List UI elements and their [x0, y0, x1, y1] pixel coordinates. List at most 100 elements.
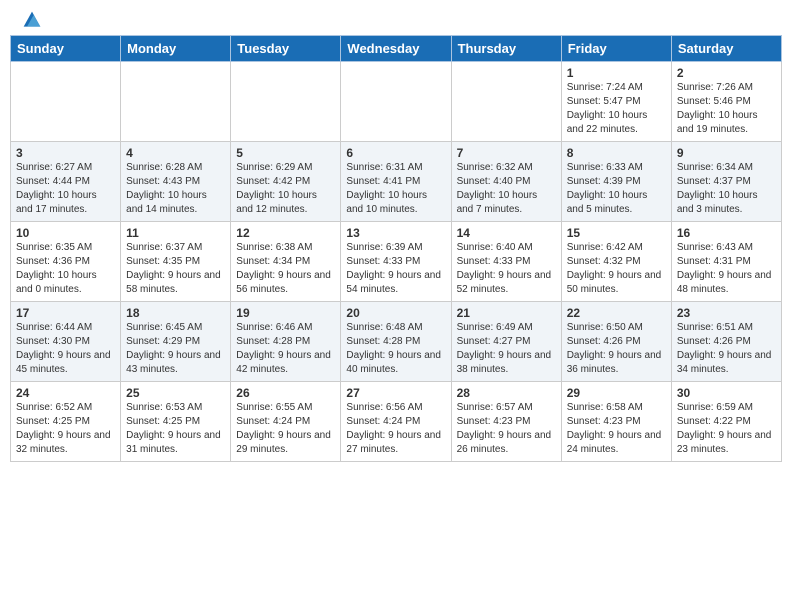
calendar-cell: 9Sunrise: 6:34 AMSunset: 4:37 PMDaylight…	[671, 142, 781, 222]
day-info: Sunrise: 6:32 AMSunset: 4:40 PMDaylight:…	[457, 161, 556, 217]
day-info: Sunrise: 6:55 AMSunset: 4:24 PMDaylight:…	[236, 401, 335, 457]
weekday-header: Saturday	[671, 36, 781, 62]
day-info: Sunrise: 6:59 AMSunset: 4:22 PMDaylight:…	[677, 401, 776, 457]
calendar-cell: 17Sunrise: 6:44 AMSunset: 4:30 PMDayligh…	[11, 302, 121, 382]
day-info: Sunrise: 6:38 AMSunset: 4:34 PMDaylight:…	[236, 241, 335, 297]
day-number: 29	[567, 386, 666, 400]
calendar-cell: 13Sunrise: 6:39 AMSunset: 4:33 PMDayligh…	[341, 222, 451, 302]
logo-icon	[22, 10, 42, 30]
day-number: 17	[16, 306, 115, 320]
day-number: 16	[677, 226, 776, 240]
day-number: 14	[457, 226, 556, 240]
weekday-header: Sunday	[11, 36, 121, 62]
calendar-cell: 21Sunrise: 6:49 AMSunset: 4:27 PMDayligh…	[451, 302, 561, 382]
day-info: Sunrise: 6:42 AMSunset: 4:32 PMDaylight:…	[567, 241, 666, 297]
logo	[20, 10, 42, 30]
day-info: Sunrise: 6:40 AMSunset: 4:33 PMDaylight:…	[457, 241, 556, 297]
calendar-cell: 8Sunrise: 6:33 AMSunset: 4:39 PMDaylight…	[561, 142, 671, 222]
day-number: 11	[126, 226, 225, 240]
calendar-cell: 12Sunrise: 6:38 AMSunset: 4:34 PMDayligh…	[231, 222, 341, 302]
calendar-table: SundayMondayTuesdayWednesdayThursdayFrid…	[10, 35, 782, 462]
calendar-cell: 11Sunrise: 6:37 AMSunset: 4:35 PMDayligh…	[121, 222, 231, 302]
day-number: 24	[16, 386, 115, 400]
calendar-cell: 28Sunrise: 6:57 AMSunset: 4:23 PMDayligh…	[451, 382, 561, 462]
day-number: 25	[126, 386, 225, 400]
day-info: Sunrise: 6:31 AMSunset: 4:41 PMDaylight:…	[346, 161, 445, 217]
day-number: 27	[346, 386, 445, 400]
day-info: Sunrise: 6:28 AMSunset: 4:43 PMDaylight:…	[126, 161, 225, 217]
weekday-header: Friday	[561, 36, 671, 62]
calendar-cell	[121, 62, 231, 142]
calendar-cell: 4Sunrise: 6:28 AMSunset: 4:43 PMDaylight…	[121, 142, 231, 222]
calendar-cell: 25Sunrise: 6:53 AMSunset: 4:25 PMDayligh…	[121, 382, 231, 462]
day-number: 22	[567, 306, 666, 320]
day-number: 20	[346, 306, 445, 320]
day-number: 1	[567, 66, 666, 80]
day-info: Sunrise: 6:56 AMSunset: 4:24 PMDaylight:…	[346, 401, 445, 457]
calendar-cell: 5Sunrise: 6:29 AMSunset: 4:42 PMDaylight…	[231, 142, 341, 222]
day-number: 8	[567, 146, 666, 160]
day-info: Sunrise: 6:37 AMSunset: 4:35 PMDaylight:…	[126, 241, 225, 297]
calendar-cell: 15Sunrise: 6:42 AMSunset: 4:32 PMDayligh…	[561, 222, 671, 302]
calendar-cell: 26Sunrise: 6:55 AMSunset: 4:24 PMDayligh…	[231, 382, 341, 462]
day-info: Sunrise: 7:24 AMSunset: 5:47 PMDaylight:…	[567, 81, 666, 137]
day-info: Sunrise: 6:53 AMSunset: 4:25 PMDaylight:…	[126, 401, 225, 457]
day-number: 28	[457, 386, 556, 400]
weekday-header: Wednesday	[341, 36, 451, 62]
calendar-cell: 10Sunrise: 6:35 AMSunset: 4:36 PMDayligh…	[11, 222, 121, 302]
day-info: Sunrise: 6:49 AMSunset: 4:27 PMDaylight:…	[457, 321, 556, 377]
day-info: Sunrise: 6:35 AMSunset: 4:36 PMDaylight:…	[16, 241, 115, 297]
day-number: 12	[236, 226, 335, 240]
calendar-cell: 16Sunrise: 6:43 AMSunset: 4:31 PMDayligh…	[671, 222, 781, 302]
day-info: Sunrise: 6:39 AMSunset: 4:33 PMDaylight:…	[346, 241, 445, 297]
weekday-header: Tuesday	[231, 36, 341, 62]
calendar-cell: 20Sunrise: 6:48 AMSunset: 4:28 PMDayligh…	[341, 302, 451, 382]
day-number: 10	[16, 226, 115, 240]
calendar-cell: 24Sunrise: 6:52 AMSunset: 4:25 PMDayligh…	[11, 382, 121, 462]
day-info: Sunrise: 6:52 AMSunset: 4:25 PMDaylight:…	[16, 401, 115, 457]
weekday-header: Thursday	[451, 36, 561, 62]
day-info: Sunrise: 6:45 AMSunset: 4:29 PMDaylight:…	[126, 321, 225, 377]
calendar-cell: 30Sunrise: 6:59 AMSunset: 4:22 PMDayligh…	[671, 382, 781, 462]
day-info: Sunrise: 6:57 AMSunset: 4:23 PMDaylight:…	[457, 401, 556, 457]
day-number: 5	[236, 146, 335, 160]
calendar-cell: 2Sunrise: 7:26 AMSunset: 5:46 PMDaylight…	[671, 62, 781, 142]
day-info: Sunrise: 6:50 AMSunset: 4:26 PMDaylight:…	[567, 321, 666, 377]
calendar-cell: 6Sunrise: 6:31 AMSunset: 4:41 PMDaylight…	[341, 142, 451, 222]
calendar-cell	[451, 62, 561, 142]
calendar-cell: 19Sunrise: 6:46 AMSunset: 4:28 PMDayligh…	[231, 302, 341, 382]
day-info: Sunrise: 6:43 AMSunset: 4:31 PMDaylight:…	[677, 241, 776, 297]
weekday-header: Monday	[121, 36, 231, 62]
day-number: 3	[16, 146, 115, 160]
day-info: Sunrise: 6:27 AMSunset: 4:44 PMDaylight:…	[16, 161, 115, 217]
calendar-cell: 3Sunrise: 6:27 AMSunset: 4:44 PMDaylight…	[11, 142, 121, 222]
day-number: 19	[236, 306, 335, 320]
day-number: 4	[126, 146, 225, 160]
page-header	[0, 0, 792, 35]
day-number: 21	[457, 306, 556, 320]
calendar-cell: 29Sunrise: 6:58 AMSunset: 4:23 PMDayligh…	[561, 382, 671, 462]
day-number: 2	[677, 66, 776, 80]
calendar-cell: 22Sunrise: 6:50 AMSunset: 4:26 PMDayligh…	[561, 302, 671, 382]
day-info: Sunrise: 6:44 AMSunset: 4:30 PMDaylight:…	[16, 321, 115, 377]
calendar-cell	[341, 62, 451, 142]
day-info: Sunrise: 6:58 AMSunset: 4:23 PMDaylight:…	[567, 401, 666, 457]
day-number: 30	[677, 386, 776, 400]
day-number: 18	[126, 306, 225, 320]
calendar-cell: 27Sunrise: 6:56 AMSunset: 4:24 PMDayligh…	[341, 382, 451, 462]
day-number: 6	[346, 146, 445, 160]
calendar-cell	[231, 62, 341, 142]
calendar-cell: 23Sunrise: 6:51 AMSunset: 4:26 PMDayligh…	[671, 302, 781, 382]
calendar-cell: 1Sunrise: 7:24 AMSunset: 5:47 PMDaylight…	[561, 62, 671, 142]
calendar-cell: 14Sunrise: 6:40 AMSunset: 4:33 PMDayligh…	[451, 222, 561, 302]
day-info: Sunrise: 6:34 AMSunset: 4:37 PMDaylight:…	[677, 161, 776, 217]
day-info: Sunrise: 6:51 AMSunset: 4:26 PMDaylight:…	[677, 321, 776, 377]
day-number: 15	[567, 226, 666, 240]
calendar-cell: 7Sunrise: 6:32 AMSunset: 4:40 PMDaylight…	[451, 142, 561, 222]
day-info: Sunrise: 6:33 AMSunset: 4:39 PMDaylight:…	[567, 161, 666, 217]
day-info: Sunrise: 6:29 AMSunset: 4:42 PMDaylight:…	[236, 161, 335, 217]
calendar-cell: 18Sunrise: 6:45 AMSunset: 4:29 PMDayligh…	[121, 302, 231, 382]
day-number: 23	[677, 306, 776, 320]
day-number: 26	[236, 386, 335, 400]
day-number: 13	[346, 226, 445, 240]
